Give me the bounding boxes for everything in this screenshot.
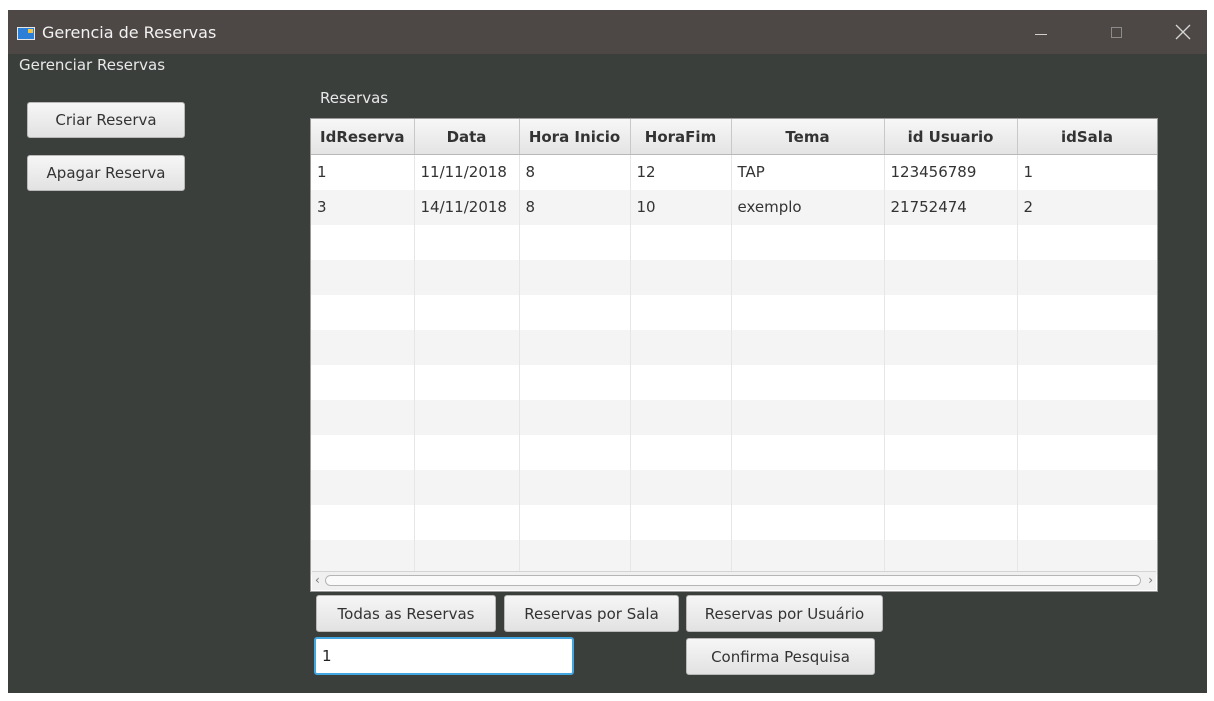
maximize-button[interactable] bbox=[1093, 10, 1139, 54]
column-header-data[interactable]: Data bbox=[414, 119, 520, 155]
empty-row bbox=[311, 294, 1157, 330]
column-header-idreserva[interactable]: IdReserva bbox=[311, 119, 415, 155]
table-cell: 1 bbox=[311, 154, 415, 190]
close-icon bbox=[1175, 24, 1191, 40]
create-reservation-button[interactable]: Criar Reserva bbox=[27, 102, 185, 138]
scrollbar-thumb[interactable] bbox=[325, 575, 1141, 586]
empty-row bbox=[311, 329, 1157, 365]
table-cell: 2 bbox=[1017, 189, 1157, 225]
title-bar[interactable]: Gerencia de Reservas bbox=[8, 10, 1207, 54]
window-title: Gerencia de Reservas bbox=[42, 23, 217, 42]
column-header-horafim[interactable]: HoraFim bbox=[630, 119, 732, 155]
column-header-tema[interactable]: Tema bbox=[731, 119, 885, 155]
empty-row bbox=[311, 364, 1157, 400]
table-cell: 8 bbox=[519, 189, 631, 225]
confirm-search-button[interactable]: Confirma Pesquisa bbox=[686, 638, 875, 675]
empty-row bbox=[311, 224, 1157, 260]
table-cell: 10 bbox=[630, 189, 732, 225]
table-cell: 1 bbox=[1017, 154, 1157, 190]
column-header-hora-inicio[interactable]: Hora Inicio bbox=[519, 119, 631, 155]
search-input[interactable] bbox=[314, 637, 574, 675]
maximize-icon bbox=[1110, 26, 1122, 38]
table-label: Reservas bbox=[320, 89, 389, 107]
empty-row bbox=[311, 399, 1157, 435]
section-title: Gerenciar Reservas bbox=[19, 56, 166, 74]
scroll-right-icon[interactable]: › bbox=[1148, 573, 1153, 587]
close-button[interactable] bbox=[1160, 10, 1206, 54]
delete-reservation-button[interactable]: Apagar Reserva bbox=[27, 155, 185, 191]
table-cell: exemplo bbox=[731, 189, 885, 225]
table-row[interactable]: 3 14/11/2018 8 10 exemplo 21752474 2 bbox=[311, 189, 1157, 225]
empty-row bbox=[311, 469, 1157, 505]
reservations-by-user-button[interactable]: Reservas por Usuário bbox=[686, 595, 883, 632]
scroll-left-icon[interactable]: ‹ bbox=[315, 573, 320, 587]
reservations-by-room-button[interactable]: Reservas por Sala bbox=[504, 595, 679, 632]
empty-row bbox=[311, 259, 1157, 295]
empty-row bbox=[311, 504, 1157, 540]
table-cell: 123456789 bbox=[884, 154, 1018, 190]
app-icon bbox=[17, 27, 35, 40]
table-cell: 21752474 bbox=[884, 189, 1018, 225]
column-header-id-usuario[interactable]: id Usuario bbox=[884, 119, 1018, 155]
table-row[interactable]: 1 11/11/2018 8 12 TAP 123456789 1 bbox=[311, 154, 1157, 190]
all-reservations-button[interactable]: Todas as Reservas bbox=[316, 595, 496, 632]
table-cell: 3 bbox=[311, 189, 415, 225]
empty-row bbox=[311, 434, 1157, 470]
column-header-idsala[interactable]: idSala bbox=[1017, 119, 1157, 155]
table-header-row: IdReserva Data Hora Inicio HoraFim Tema … bbox=[311, 119, 1157, 155]
table-cell: 14/11/2018 bbox=[414, 189, 520, 225]
reservations-table[interactable]: IdReserva Data Hora Inicio HoraFim Tema … bbox=[310, 118, 1158, 592]
table-cell: 12 bbox=[630, 154, 732, 190]
horizontal-scrollbar[interactable]: ‹ › bbox=[312, 571, 1156, 590]
table-cell: 8 bbox=[519, 154, 631, 190]
minimize-icon bbox=[1035, 33, 1047, 35]
table-cell: TAP bbox=[731, 154, 885, 190]
minimize-button[interactable] bbox=[1018, 10, 1064, 54]
empty-row bbox=[311, 539, 1157, 575]
table-cell: 11/11/2018 bbox=[414, 154, 520, 190]
